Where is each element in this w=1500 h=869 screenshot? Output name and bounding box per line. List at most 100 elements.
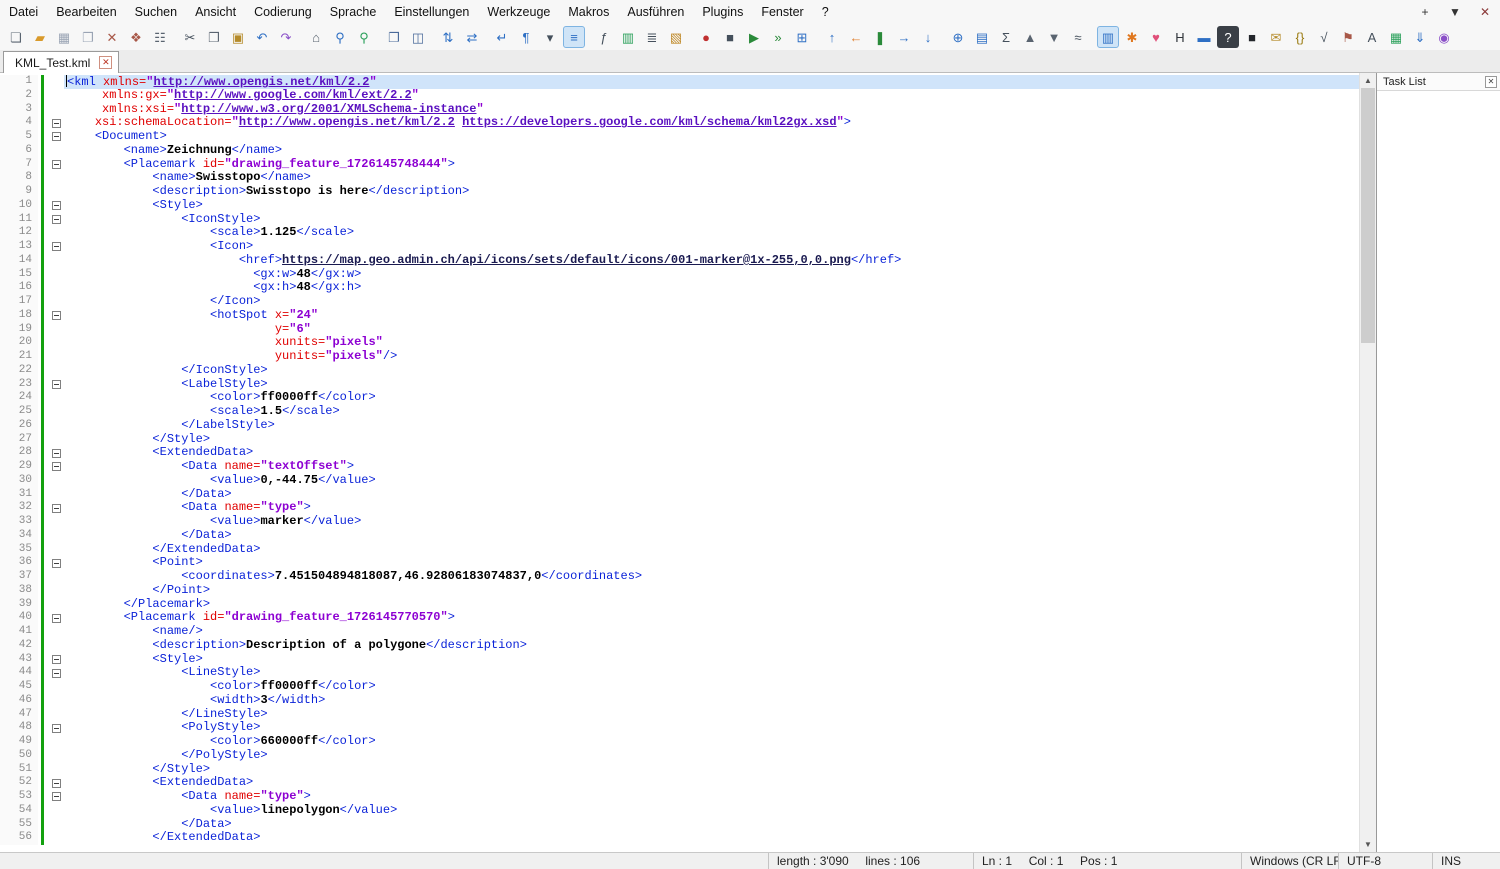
editor-line-50[interactable]: 50 </PolyStyle> <box>0 749 1359 763</box>
editor-line-15[interactable]: 15 <gx:w>48</gx:w> <box>0 268 1359 282</box>
mime-tools-icon[interactable]: ✉ <box>1265 26 1287 48</box>
export-tool-icon[interactable]: ⇓ <box>1409 26 1431 48</box>
formula-icon[interactable]: √ <box>1313 26 1335 48</box>
menu-item-ausfhren[interactable]: Ausführen <box>618 2 693 22</box>
code-text[interactable]: <Point> <box>64 556 1359 570</box>
code-text[interactable]: <ExtendedData> <box>64 776 1359 790</box>
editor-line-36[interactable]: 36 <Point> <box>0 556 1359 570</box>
folder-as-workspace-icon[interactable]: ▧ <box>665 26 687 48</box>
code-text[interactable]: <Style> <box>64 653 1359 667</box>
editor-line-38[interactable]: 38 </Point> <box>0 584 1359 598</box>
document-map-icon[interactable]: ▥ <box>617 26 639 48</box>
code-text[interactable]: <gx:w>48</gx:w> <box>64 268 1359 282</box>
fold-marker[interactable] <box>48 556 64 570</box>
tab-close-icon[interactable]: ✕ <box>99 56 112 69</box>
math-tool-icon[interactable]: ≈ <box>1067 26 1089 48</box>
code-text[interactable]: xunits="pixels" <box>64 336 1359 350</box>
code-text[interactable]: </ExtendedData> <box>64 831 1359 845</box>
editor-line-17[interactable]: 17 </Icon> <box>0 295 1359 309</box>
restore-window-icon[interactable]: ❐ <box>383 26 405 48</box>
status-length-lines[interactable]: length : 3'090 lines : 106 <box>768 853 973 869</box>
task-list-close-icon[interactable]: ✕ <box>1485 76 1497 88</box>
show-indent-guide-icon[interactable]: ≡ <box>563 26 585 48</box>
code-text[interactable]: <LineStyle> <box>64 666 1359 680</box>
editor-line-44[interactable]: 44 <LineStyle> <box>0 666 1359 680</box>
close-all-icon[interactable]: ❖ <box>125 26 147 48</box>
menu-item-help[interactable]: ? <box>813 2 838 22</box>
code-text[interactable]: <Document> <box>64 130 1359 144</box>
code-text[interactable]: <IconStyle> <box>64 213 1359 227</box>
editor-line-35[interactable]: 35 </ExtendedData> <box>0 543 1359 557</box>
code-text[interactable]: <color>ff0000ff</color> <box>64 680 1359 694</box>
editor-line-54[interactable]: 54 <value>linepolygon</value> <box>0 804 1359 818</box>
editor-line-41[interactable]: 41 <name/> <box>0 625 1359 639</box>
highlight-marker-icon[interactable]: ✱ <box>1121 26 1143 48</box>
code-text[interactable]: <Icon> <box>64 240 1359 254</box>
editor-line-55[interactable]: 55 </Data> <box>0 818 1359 832</box>
menu-item-suchen[interactable]: Suchen <box>126 2 186 22</box>
fold-marker[interactable] <box>48 790 64 804</box>
editor-line-39[interactable]: 39 </Placemark> <box>0 598 1359 612</box>
move-down-icon[interactable]: ↓ <box>917 26 939 48</box>
close-file-icon[interactable]: ✕ <box>101 26 123 48</box>
editor[interactable]: 1<kml xmlns="http://www.opengis.net/kml/… <box>0 73 1359 852</box>
editor-line-42[interactable]: 42 <description>Description of a polygon… <box>0 639 1359 653</box>
editor-line-43[interactable]: 43 <Style> <box>0 653 1359 667</box>
split-window-icon[interactable]: ◫ <box>407 26 429 48</box>
code-text[interactable]: </Data> <box>64 818 1359 832</box>
fold-marker[interactable] <box>48 776 64 790</box>
editor-line-5[interactable]: 5 <Document> <box>0 130 1359 144</box>
editor-line-33[interactable]: 33 <value>marker</value> <box>0 515 1359 529</box>
code-text[interactable]: <width>3</width> <box>64 694 1359 708</box>
document-list-icon[interactable]: ≣ <box>641 26 663 48</box>
sync-scroll-horizontal-icon[interactable]: ⇄ <box>461 26 483 48</box>
editor-line-19[interactable]: 19 y="6" <box>0 323 1359 337</box>
editor-line-20[interactable]: 20 xunits="pixels" <box>0 336 1359 350</box>
status-encoding[interactable]: UTF-8 <box>1338 853 1432 869</box>
code-text[interactable]: <Data name="type"> <box>64 501 1359 515</box>
editor-line-2[interactable]: 2 xmlns:gx="http://www.google.com/kml/ex… <box>0 89 1359 103</box>
fold-marker[interactable] <box>48 130 64 144</box>
replace-icon[interactable]: ⚲ <box>353 26 375 48</box>
code-text[interactable]: <value>0,-44.75</value> <box>64 474 1359 488</box>
fold-marker[interactable] <box>48 501 64 515</box>
plugin-options-icon[interactable]: ◉ <box>1433 26 1455 48</box>
goto-line-icon[interactable]: ⊕ <box>947 26 969 48</box>
code-text[interactable]: xmlns:xsi="http://www.w3.org/2001/XMLSch… <box>64 103 1359 117</box>
monitor-document-icon[interactable]: ▥ <box>1097 26 1119 48</box>
fold-marker[interactable] <box>48 611 64 625</box>
horizontal-rule-tool-icon[interactable]: ▬ <box>1193 26 1215 48</box>
show-all-characters-menu-icon[interactable]: ▾ <box>539 26 561 48</box>
save-macro-icon[interactable]: ⊞ <box>791 26 813 48</box>
code-text[interactable]: <scale>1.5</scale> <box>64 405 1359 419</box>
bookmark-flag-icon[interactable]: ⚑ <box>1337 26 1359 48</box>
code-text[interactable]: </LabelStyle> <box>64 419 1359 433</box>
move-up-icon[interactable]: ↑ <box>821 26 843 48</box>
menu-item-einstellungen[interactable]: Einstellungen <box>385 2 478 22</box>
grid-tool-icon[interactable]: ▦ <box>1385 26 1407 48</box>
navigate-forward-icon[interactable]: → <box>893 26 915 48</box>
code-text[interactable]: <scale>1.125</scale> <box>64 226 1359 240</box>
editor-line-14[interactable]: 14 <href>https://map.geo.admin.ch/api/ic… <box>0 254 1359 268</box>
editor-line-31[interactable]: 31 </Data> <box>0 488 1359 502</box>
find-icon[interactable]: ⚲ <box>329 26 351 48</box>
menu-item-ansicht[interactable]: Ansicht <box>186 2 245 22</box>
code-text[interactable]: <Style> <box>64 199 1359 213</box>
run-macro-multiple-icon[interactable]: » <box>767 26 789 48</box>
json-viewer-icon[interactable]: {} <box>1289 26 1311 48</box>
header-tool-icon[interactable]: H <box>1169 26 1191 48</box>
editor-line-53[interactable]: 53 <Data name="type"> <box>0 790 1359 804</box>
status-cursor-position[interactable]: Ln : 1 Col : 1 Pos : 1 <box>973 853 1241 869</box>
fold-marker[interactable] <box>48 199 64 213</box>
save-file-icon[interactable]: ▦ <box>53 26 75 48</box>
word-wrap-icon[interactable]: ↵ <box>491 26 513 48</box>
editor-line-32[interactable]: 32 <Data name="type"> <box>0 501 1359 515</box>
dropdown-arrow-button[interactable]: ▼ <box>1446 3 1464 21</box>
dark-help-icon[interactable]: ? <box>1217 26 1239 48</box>
editor-line-22[interactable]: 22 </IconStyle> <box>0 364 1359 378</box>
scroll-down-button[interactable]: ▼ <box>1360 837 1376 852</box>
fold-marker[interactable] <box>48 721 64 735</box>
redo-icon[interactable]: ↷ <box>275 26 297 48</box>
fold-all-icon[interactable]: ▲ <box>1019 26 1041 48</box>
code-text[interactable]: <color>ff0000ff</color> <box>64 391 1359 405</box>
